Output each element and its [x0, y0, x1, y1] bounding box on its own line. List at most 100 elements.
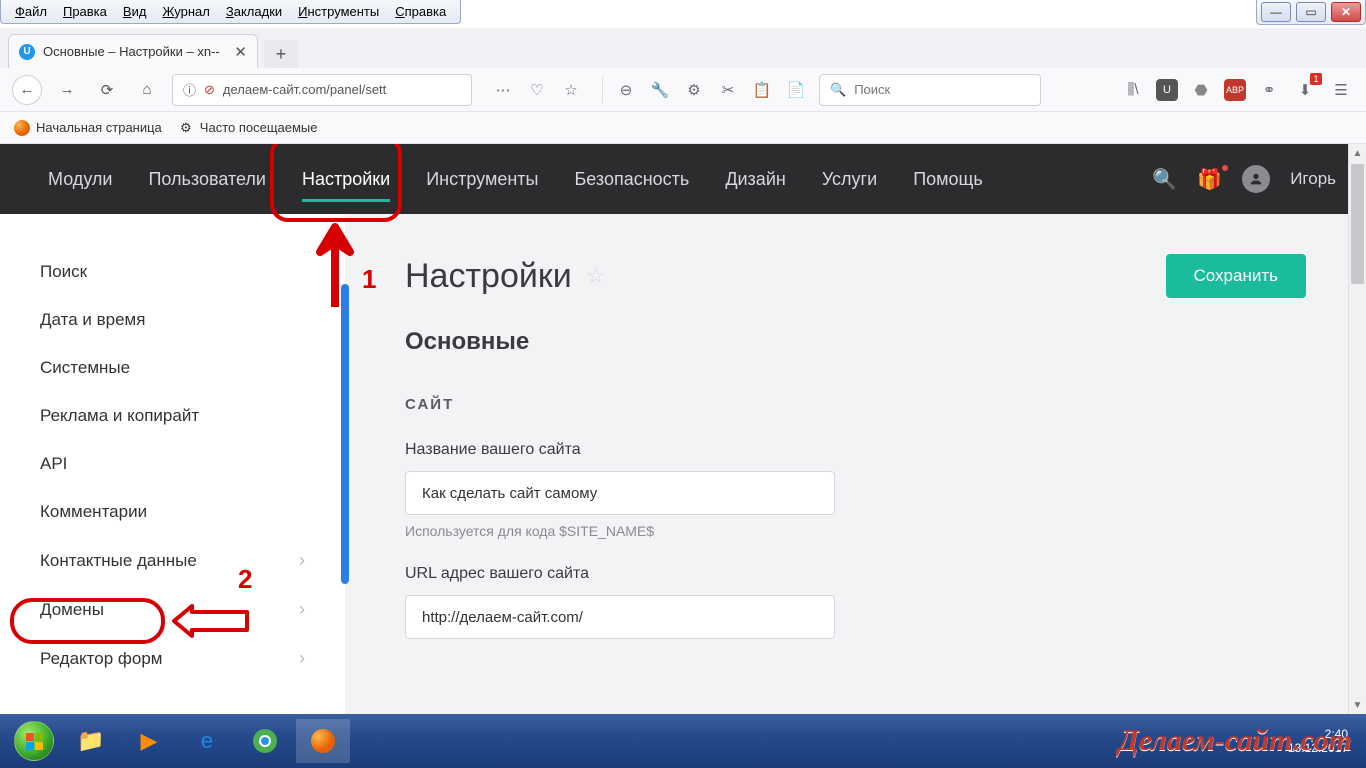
system-tray[interactable]: 2:40 13.12.2017: [1278, 727, 1358, 756]
window-controls: — ▭ ✕: [1256, 0, 1366, 25]
chevron-right-icon: ›: [299, 599, 305, 620]
library-icon[interactable]: ⫼\: [1120, 77, 1146, 103]
sidebar-item-search[interactable]: Поиск: [0, 248, 345, 296]
forward-button[interactable]: →: [52, 75, 82, 105]
task-firefox[interactable]: [296, 719, 350, 763]
bookmark-frequent[interactable]: ⚙ Часто посещаемые: [178, 120, 318, 136]
windows-icon: [26, 733, 43, 750]
new-tab-button[interactable]: +: [264, 40, 298, 68]
menu-edit[interactable]: Правка: [55, 2, 115, 21]
settings-sidebar: Поиск Дата и время Системные Реклама и к…: [0, 214, 345, 714]
field-label-sitename: Название вашего сайта: [405, 441, 1306, 459]
settings-main: Настройки ☆ Сохранить Основные САЙТ Назв…: [345, 214, 1366, 714]
field-help-sitename: Используется для кода $SITE_NAME$: [405, 523, 1306, 539]
sidebar-scrollbar[interactable]: [341, 284, 349, 584]
page-scrollbar[interactable]: ▲ ▼: [1348, 144, 1366, 714]
star-icon[interactable]: ☆: [558, 77, 584, 103]
task-chrome[interactable]: [238, 719, 292, 763]
nav-design[interactable]: Дизайн: [707, 144, 804, 214]
back-button[interactable]: ←: [12, 75, 42, 105]
menu-history[interactable]: Журнал: [154, 2, 217, 21]
nav-modules[interactable]: Модули: [30, 144, 130, 214]
sidebar-item-api[interactable]: API: [0, 440, 345, 488]
paste-icon[interactable]: 📄: [783, 77, 809, 103]
tracking-icon[interactable]: ⊘: [204, 82, 215, 98]
field-label-siteurl: URL адрес вашего сайта: [405, 565, 1306, 583]
bookmark-home[interactable]: Начальная страница: [14, 120, 162, 136]
reload-button[interactable]: ⟳: [92, 75, 122, 105]
avatar-icon[interactable]: [1242, 165, 1270, 193]
nav-security[interactable]: Безопасность: [556, 144, 707, 214]
clipboard-icon[interactable]: 📋: [749, 77, 775, 103]
page-viewport: Модули Пользователи Настройки Инструмент…: [0, 144, 1366, 714]
search-icon[interactable]: 🔍: [1152, 167, 1177, 192]
scroll-down-icon[interactable]: ▼: [1349, 696, 1366, 714]
navigation-bar: ← → ⟳ ⌂ ⓘ ⊘ делаем-сайт.com/panel/sett ⋯…: [0, 68, 1366, 112]
nav-services[interactable]: Услуги: [804, 144, 895, 214]
sidebar-item-system[interactable]: Системные: [0, 344, 345, 392]
search-bar[interactable]: 🔍: [819, 74, 1041, 106]
bookmark-label: Часто посещаемые: [200, 120, 318, 135]
tab-close-icon[interactable]: ✕: [234, 43, 247, 61]
save-button[interactable]: Сохранить: [1166, 254, 1306, 298]
page-subtitle: Основные: [405, 328, 1306, 356]
task-explorer[interactable]: 📁: [64, 719, 118, 763]
tab-bar: U Основные – Настройки – xn-- ✕ +: [0, 28, 1366, 68]
sidebar-item-comments[interactable]: Комментарии: [0, 488, 345, 536]
addon1-icon[interactable]: ⬣: [1188, 77, 1214, 103]
section-heading: САЙТ: [405, 396, 1306, 413]
menu-view[interactable]: Вид: [115, 2, 155, 21]
taskbar: 📁 ▶ e 2:40 13.12.2017: [0, 714, 1366, 768]
sidebar-item-domains[interactable]: Домены›: [0, 585, 345, 634]
menu-file[interactable]: Файл: [7, 2, 55, 21]
sidebar-item-ads[interactable]: Реклама и копирайт: [0, 392, 345, 440]
search-icon: 🔍: [830, 82, 846, 98]
shield-icon[interactable]: ♡: [524, 77, 550, 103]
more-icon[interactable]: ⋯: [490, 77, 516, 103]
addon2-icon[interactable]: ⚭: [1256, 77, 1282, 103]
info-icon[interactable]: ⓘ: [183, 80, 196, 99]
url-text: делаем-сайт.com/panel/sett: [223, 82, 461, 97]
task-ie[interactable]: e: [180, 719, 234, 763]
start-button[interactable]: [8, 719, 60, 763]
url-bar[interactable]: ⓘ ⊘ делаем-сайт.com/panel/sett: [172, 74, 472, 106]
page-title: Настройки: [405, 257, 572, 296]
favicon-icon: U: [19, 44, 35, 60]
gear-icon[interactable]: ⚙: [681, 77, 707, 103]
nav-settings[interactable]: Настройки: [284, 144, 408, 214]
site-topnav: Модули Пользователи Настройки Инструмент…: [0, 144, 1366, 214]
nav-users[interactable]: Пользователи: [130, 144, 283, 214]
search-input[interactable]: [854, 82, 1030, 97]
nav-help[interactable]: Помощь: [895, 144, 1001, 214]
wrench-icon[interactable]: 🔧: [647, 77, 673, 103]
menu-bookmarks[interactable]: Закладки: [218, 2, 290, 21]
browser-tab[interactable]: U Основные – Настройки – xn-- ✕: [8, 34, 258, 68]
sidebar-item-datetime[interactable]: Дата и время: [0, 296, 345, 344]
scroll-thumb[interactable]: [1351, 164, 1364, 284]
browser-window: U Основные – Настройки – xn-- ✕ + ← → ⟳ …: [0, 28, 1366, 714]
ublock-icon[interactable]: U: [1156, 79, 1178, 101]
input-sitename[interactable]: [405, 471, 835, 515]
task-mediaplayer[interactable]: ▶: [122, 719, 176, 763]
sidebar-item-form-editor[interactable]: Редактор форм›: [0, 634, 345, 683]
block-icon[interactable]: ⊖: [613, 77, 639, 103]
gift-icon[interactable]: 🎁: [1197, 167, 1222, 192]
home-button[interactable]: ⌂: [132, 75, 162, 105]
user-name[interactable]: Игорь: [1290, 169, 1336, 189]
download-icon[interactable]: ⬇: [1292, 77, 1318, 103]
menu-help[interactable]: Справка: [387, 2, 454, 21]
hamburger-icon[interactable]: ☰: [1328, 77, 1354, 103]
abp-icon[interactable]: ABP: [1224, 79, 1246, 101]
minimize-button[interactable]: —: [1261, 2, 1291, 22]
input-siteurl[interactable]: [405, 595, 835, 639]
scroll-up-icon[interactable]: ▲: [1349, 144, 1366, 162]
os-menubar: Файл Правка Вид Журнал Закладки Инструме…: [0, 0, 461, 24]
close-button[interactable]: ✕: [1331, 2, 1361, 22]
menu-tools[interactable]: Инструменты: [290, 2, 387, 21]
scissors-icon[interactable]: ✂: [715, 77, 741, 103]
tray-date: 13.12.2017: [1288, 741, 1348, 755]
favorite-star-icon[interactable]: ☆: [586, 263, 606, 289]
nav-tools[interactable]: Инструменты: [408, 144, 556, 214]
sidebar-item-contacts[interactable]: Контактные данные›: [0, 536, 345, 585]
maximize-button[interactable]: ▭: [1296, 2, 1326, 22]
